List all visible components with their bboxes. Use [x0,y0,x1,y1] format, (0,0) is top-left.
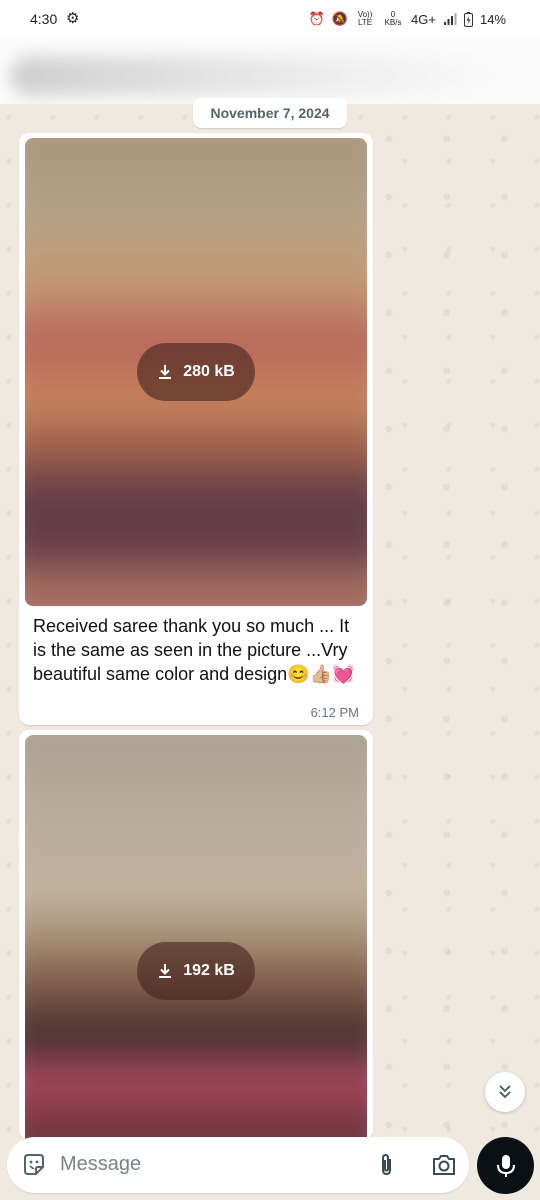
blurred-image [25,735,367,1140]
battery-icon [463,11,473,27]
download-size: 280 kB [183,363,235,380]
download-size: 192 kB [183,962,235,979]
image-thumbnail[interactable]: 192 kB [25,735,367,1140]
voice-record-button[interactable] [477,1137,534,1194]
message-composer[interactable]: Message [7,1137,469,1193]
status-bar: 4:30 ⚙ ⏰ 🔕 Vo)) LTE 0 KB/s 4G+ 14% [0,0,540,38]
status-indicators: ⏰ 🔕 Vo)) LTE 0 KB/s 4G+ 14% [309,11,506,27]
mic-icon [496,1154,515,1177]
message-time: 6:12 PM [310,705,359,720]
paperclip-icon[interactable] [374,1152,400,1178]
signal-icon [443,13,457,25]
contact-name-redacted[interactable] [10,56,510,96]
download-button[interactable]: 192 kB [137,942,255,1000]
message-input[interactable]: Message [60,1153,141,1176]
mute-icon: 🔕 [331,11,349,26]
chevrons-down-icon [499,1085,511,1099]
network-type: 4G+ [411,11,436,27]
message-bubble[interactable]: 280 kB Received saree thank you so much … [19,133,373,725]
chat-header: ⬅ [0,38,540,104]
scroll-to-bottom-button[interactable] [485,1072,525,1112]
camera-icon[interactable] [430,1152,458,1178]
status-time: 4:30 [30,11,58,27]
battery-percent: 14% [479,11,506,27]
data-rate: 0 KB/s [384,10,402,27]
sticker-icon[interactable] [21,1152,47,1178]
download-icon [159,964,172,978]
download-icon [159,365,172,379]
volte-indicator: Vo)) LTE [357,10,373,27]
download-button[interactable]: 280 kB [137,343,255,401]
message-bubble[interactable]: 192 kB [19,730,373,1140]
image-thumbnail[interactable]: 280 kB [25,138,367,606]
message-text: Received saree thank you so much ... It … [33,616,355,684]
alarm-icon: ⏰ [308,11,325,26]
settings-status-icon: ⚙ [66,10,80,27]
date-chip: November 7, 2024 [193,98,347,128]
